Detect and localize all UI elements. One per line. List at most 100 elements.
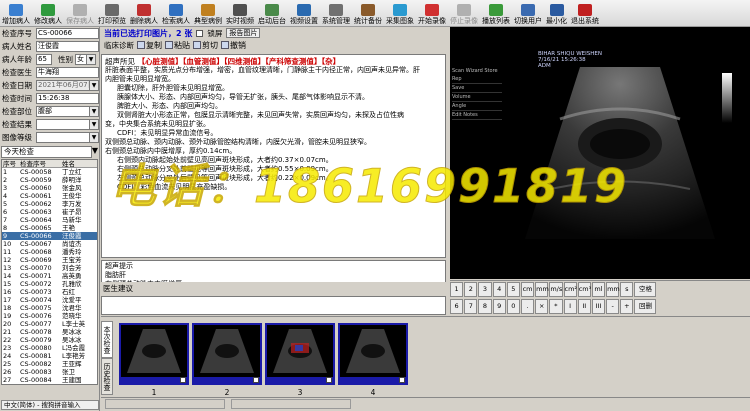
table-row[interactable]: 27 CS-00084 王建国 xyxy=(2,376,97,384)
keypad-key[interactable]: 空格 xyxy=(634,282,657,297)
advice-textarea[interactable] xyxy=(101,296,446,315)
table-row[interactable]: 26 CS-00083 张卫 xyxy=(2,368,97,376)
table-row[interactable]: 13 CS-00070 刘会芳 xyxy=(2,264,97,272)
keypad-key[interactable]: 4 xyxy=(492,282,506,297)
findings-textarea[interactable]: 超声所见 【心脏测值】【血管测值】【四维测值】【产科筛查测值】【杂】 肝脏表面平… xyxy=(101,54,446,258)
toolbar-button[interactable]: 增加病人 xyxy=(0,0,32,26)
chevron-down-icon[interactable]: ▼ xyxy=(87,54,96,65)
keypad-key[interactable]: 6 xyxy=(450,299,464,314)
toolbar-button[interactable]: 停止录像 xyxy=(448,0,480,26)
chevron-down-icon[interactable]: ▼ xyxy=(90,132,99,143)
keypad-key[interactable]: I xyxy=(563,299,577,314)
keypad-key[interactable]: 8 xyxy=(478,299,492,314)
thumbnail[interactable] xyxy=(265,323,335,385)
table-row[interactable]: 5 CS-00062 李万发 xyxy=(2,200,97,208)
keypad-key[interactable]: × xyxy=(535,299,549,314)
toolbar-button[interactable]: 删除病人 xyxy=(128,0,160,26)
ultrasound-viewer[interactable]: BIHAR SHIQU WEISHEN 7/16/21 15:26:38 ADM… xyxy=(450,27,750,279)
toolbar-button[interactable]: 实时视频 xyxy=(224,0,256,26)
chevron-down-icon[interactable]: ▼ xyxy=(90,106,99,117)
table-row[interactable]: 25 CS-00082 王亚辉 xyxy=(2,360,97,368)
thumbnail[interactable] xyxy=(192,323,262,385)
toolbar-button[interactable]: 视频设置 xyxy=(288,0,320,26)
table-row[interactable]: 22 CS-00079 吴冰冰 xyxy=(2,336,97,344)
table-row[interactable]: 2 CS-00059 薛明洋 xyxy=(2,176,97,184)
toolbar-button[interactable]: 修改病人 xyxy=(32,0,64,26)
keypad-key[interactable]: 回删 xyxy=(634,299,657,314)
toolbar-button[interactable]: 开始录像 xyxy=(416,0,448,26)
table-row[interactable]: 3 CS-00060 张金风 xyxy=(2,184,97,192)
thumbnail-select-checkbox[interactable] xyxy=(399,377,405,383)
keypad-key[interactable]: + xyxy=(620,299,634,314)
field-input[interactable]: 汪俊霞 xyxy=(36,41,99,52)
patient-filter-select[interactable]: 今天检查 xyxy=(1,146,92,158)
tab-current-exam[interactable]: 本次检查 xyxy=(101,321,113,358)
table-row[interactable]: 21 CS-00078 吴冰冰 xyxy=(2,328,97,336)
keypad-key[interactable]: m/s xyxy=(549,282,563,297)
report-image-button[interactable]: 报告图片 xyxy=(226,28,261,38)
ime-indicator[interactable]: 中文(简体) - 搜狗拼音输入 xyxy=(1,400,99,410)
toolbar-button[interactable]: 典型病例 xyxy=(192,0,224,26)
thumbnail-select-checkbox[interactable] xyxy=(253,377,259,383)
toolbar-button[interactable]: 打印预览 xyxy=(96,0,128,26)
table-row[interactable]: 20 CS-00077 L李士英 xyxy=(2,320,97,328)
toolbar-button[interactable]: 统计备份 xyxy=(352,0,384,26)
col-header-no[interactable]: 序号 xyxy=(2,160,20,167)
field-input[interactable]: CS-00066 xyxy=(36,28,99,39)
keypad-key[interactable]: cm xyxy=(520,282,535,297)
thumbnail-select-checkbox[interactable] xyxy=(180,377,186,383)
table-row[interactable]: 1 CS-00058 丁立红 xyxy=(2,168,97,176)
toolbar-button[interactable]: 退出系统 xyxy=(569,0,601,26)
keypad-key[interactable]: 2 xyxy=(464,282,478,297)
table-row[interactable]: 12 CS-00069 王宝芳 xyxy=(2,256,97,264)
table-row[interactable]: 17 CS-00074 沈爱平 xyxy=(2,296,97,304)
thumbnail[interactable] xyxy=(119,323,189,385)
tab-history-exam[interactable]: 历史检查 xyxy=(101,358,113,395)
keypad-key[interactable]: 1 xyxy=(450,282,464,297)
table-row[interactable]: 11 CS-00068 潘秀玲 xyxy=(2,248,97,256)
table-row[interactable]: 8 CS-00065 王艳 xyxy=(2,224,97,232)
thumbnail[interactable] xyxy=(338,323,408,385)
keypad-key[interactable]: 0 xyxy=(506,299,520,314)
toolbar-button[interactable]: 启动后台 xyxy=(256,0,288,26)
lock-checkbox[interactable] xyxy=(196,29,204,37)
keypad-key[interactable]: cm² xyxy=(563,282,577,297)
field-input[interactable]: 65 xyxy=(36,54,52,65)
toolbar-button[interactable]: 检索病人 xyxy=(160,0,192,26)
toolbar-button[interactable]: 采集图象 xyxy=(384,0,416,26)
table-row[interactable]: 9 CS-00066 汪俊霞 xyxy=(2,232,97,240)
keypad-key[interactable]: - xyxy=(606,299,620,314)
edit-button[interactable]: 剪切 xyxy=(193,40,218,51)
edit-button[interactable]: 撤销 xyxy=(221,40,246,51)
keypad-key[interactable]: 5 xyxy=(506,282,520,297)
table-row[interactable]: 19 CS-00076 范晓华 xyxy=(2,312,97,320)
thumbnail-select-checkbox[interactable] xyxy=(326,377,332,383)
keypad-key[interactable]: mmHg xyxy=(606,282,629,297)
toolbar-button[interactable]: 播放列表 xyxy=(480,0,512,26)
table-row[interactable]: 18 CS-00075 沈君华 xyxy=(2,304,97,312)
toolbar-button[interactable]: 最小化 xyxy=(544,0,569,26)
edit-button[interactable]: 复制 xyxy=(137,40,162,51)
chevron-down-icon[interactable]: ▼ xyxy=(90,119,99,130)
table-row[interactable]: 6 CS-00063 崔子昂 xyxy=(2,208,97,216)
edit-button[interactable]: 粘贴 xyxy=(165,40,190,51)
table-row[interactable]: 23 CS-00080 L冯会霞 xyxy=(2,344,97,352)
col-header-name[interactable]: 姓名 xyxy=(62,160,97,167)
field-input[interactable] xyxy=(36,132,90,143)
col-header-exam-id[interactable]: 检查序号 xyxy=(20,160,62,167)
table-row[interactable]: 15 CS-00072 孔雅欣 xyxy=(2,280,97,288)
table-row[interactable]: 28CS-00085朱丽娟 xyxy=(2,384,97,385)
table-row[interactable]: 14 CS-00071 高英勇 xyxy=(2,272,97,280)
toolbar-button[interactable]: 系统管理 xyxy=(320,0,352,26)
field-input[interactable]: 15:26:38 xyxy=(36,93,99,104)
keypad-key[interactable]: mm xyxy=(535,282,549,297)
chevron-down-icon[interactable]: ▼ xyxy=(90,80,99,91)
table-row[interactable]: 10 CS-00067 尚谊杰 xyxy=(2,240,97,248)
sex-select[interactable]: 女 xyxy=(75,54,87,65)
template-tabs[interactable]: 【心脏测值】【血管测值】【四维测值】【产科筛查测值】【杂】 xyxy=(138,57,341,66)
field-input[interactable]: 牛海翔 xyxy=(36,67,99,78)
table-row[interactable]: 7 CS-00064 马新华 xyxy=(2,216,97,224)
keypad-key[interactable]: 3 xyxy=(478,282,492,297)
keypad-key[interactable]: III xyxy=(591,299,606,314)
keypad-key[interactable]: cm³ xyxy=(577,282,591,297)
